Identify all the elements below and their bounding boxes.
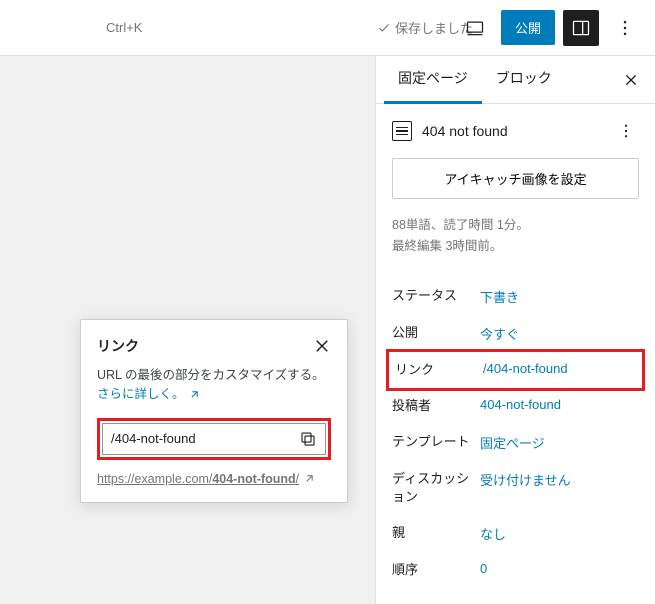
row-discussion[interactable]: ディスカッション 受け付けません (392, 461, 639, 515)
popover-title: リンク (97, 336, 139, 356)
keyboard-shortcut-hint: Ctrl+K (106, 20, 142, 35)
page-actions-button[interactable] (613, 118, 639, 144)
row-parent[interactable]: 親 なし (392, 515, 639, 552)
row-order[interactable]: 順序 0 (392, 552, 639, 588)
top-right-actions: 公開 (457, 10, 643, 46)
page-stats: 88単語、読了時間 1分。 最終編集 3時間前。 (376, 215, 655, 272)
set-featured-image-button[interactable]: アイキャッチ画像を設定 (392, 158, 639, 199)
settings-toggle-button[interactable] (563, 10, 599, 46)
tab-block[interactable]: ブロック (482, 56, 566, 104)
check-icon (377, 21, 391, 35)
panel-header: 404 not found (376, 104, 655, 158)
row-template[interactable]: テンプレート 固定ページ (392, 424, 639, 461)
close-icon (313, 337, 331, 355)
page-title: 404 not found (422, 123, 603, 139)
row-link[interactable]: リンク /404-not-found (386, 349, 645, 391)
permalink-link[interactable]: https://example.com/404-not-found/ (97, 472, 299, 486)
close-icon (623, 72, 639, 88)
permalink-preview: https://example.com/404-not-found/ (97, 472, 331, 486)
link-popover: リンク URL の最後の部分をカスタマイズする。 さらに詳しく。 /404-no… (80, 319, 348, 503)
tab-page[interactable]: 固定ページ (384, 56, 482, 104)
external-link-icon (303, 472, 316, 485)
slug-field-highlight: /404-not-found (97, 418, 331, 460)
slug-input[interactable]: /404-not-found (102, 423, 326, 455)
settings-sidebar: 固定ページ ブロック 404 not found アイキャッチ画像を設定 88単… (375, 56, 655, 604)
top-toolbar: Ctrl+K 保存しました 公開 (0, 0, 655, 56)
preview-button[interactable] (457, 10, 493, 46)
sidebar-icon (571, 18, 591, 38)
kebab-icon (617, 122, 635, 140)
close-button[interactable] (313, 337, 331, 355)
more-options-button[interactable] (607, 10, 643, 46)
desktop-icon (465, 18, 485, 38)
sidebar-tabs: 固定ページ ブロック (376, 56, 655, 104)
external-link-icon (188, 388, 201, 401)
publish-button[interactable]: 公開 (501, 10, 555, 45)
row-author[interactable]: 投稿者 404-not-found (392, 388, 639, 424)
close-sidebar-button[interactable] (619, 68, 643, 92)
copy-icon[interactable] (299, 430, 317, 448)
page-icon (392, 121, 412, 141)
row-publish[interactable]: 公開 今すぐ (392, 315, 639, 352)
row-status[interactable]: ステータス 下書き (392, 278, 639, 315)
popover-description: URL の最後の部分をカスタマイズする。 さらに詳しく。 (97, 366, 331, 404)
page-summary-rows: ステータス 下書き 公開 今すぐ リンク /404-not-found 投稿者 … (376, 272, 655, 595)
slug-value: /404-not-found (111, 431, 293, 446)
learn-more-link[interactable]: さらに詳しく。 (97, 387, 201, 401)
kebab-icon (615, 18, 635, 38)
